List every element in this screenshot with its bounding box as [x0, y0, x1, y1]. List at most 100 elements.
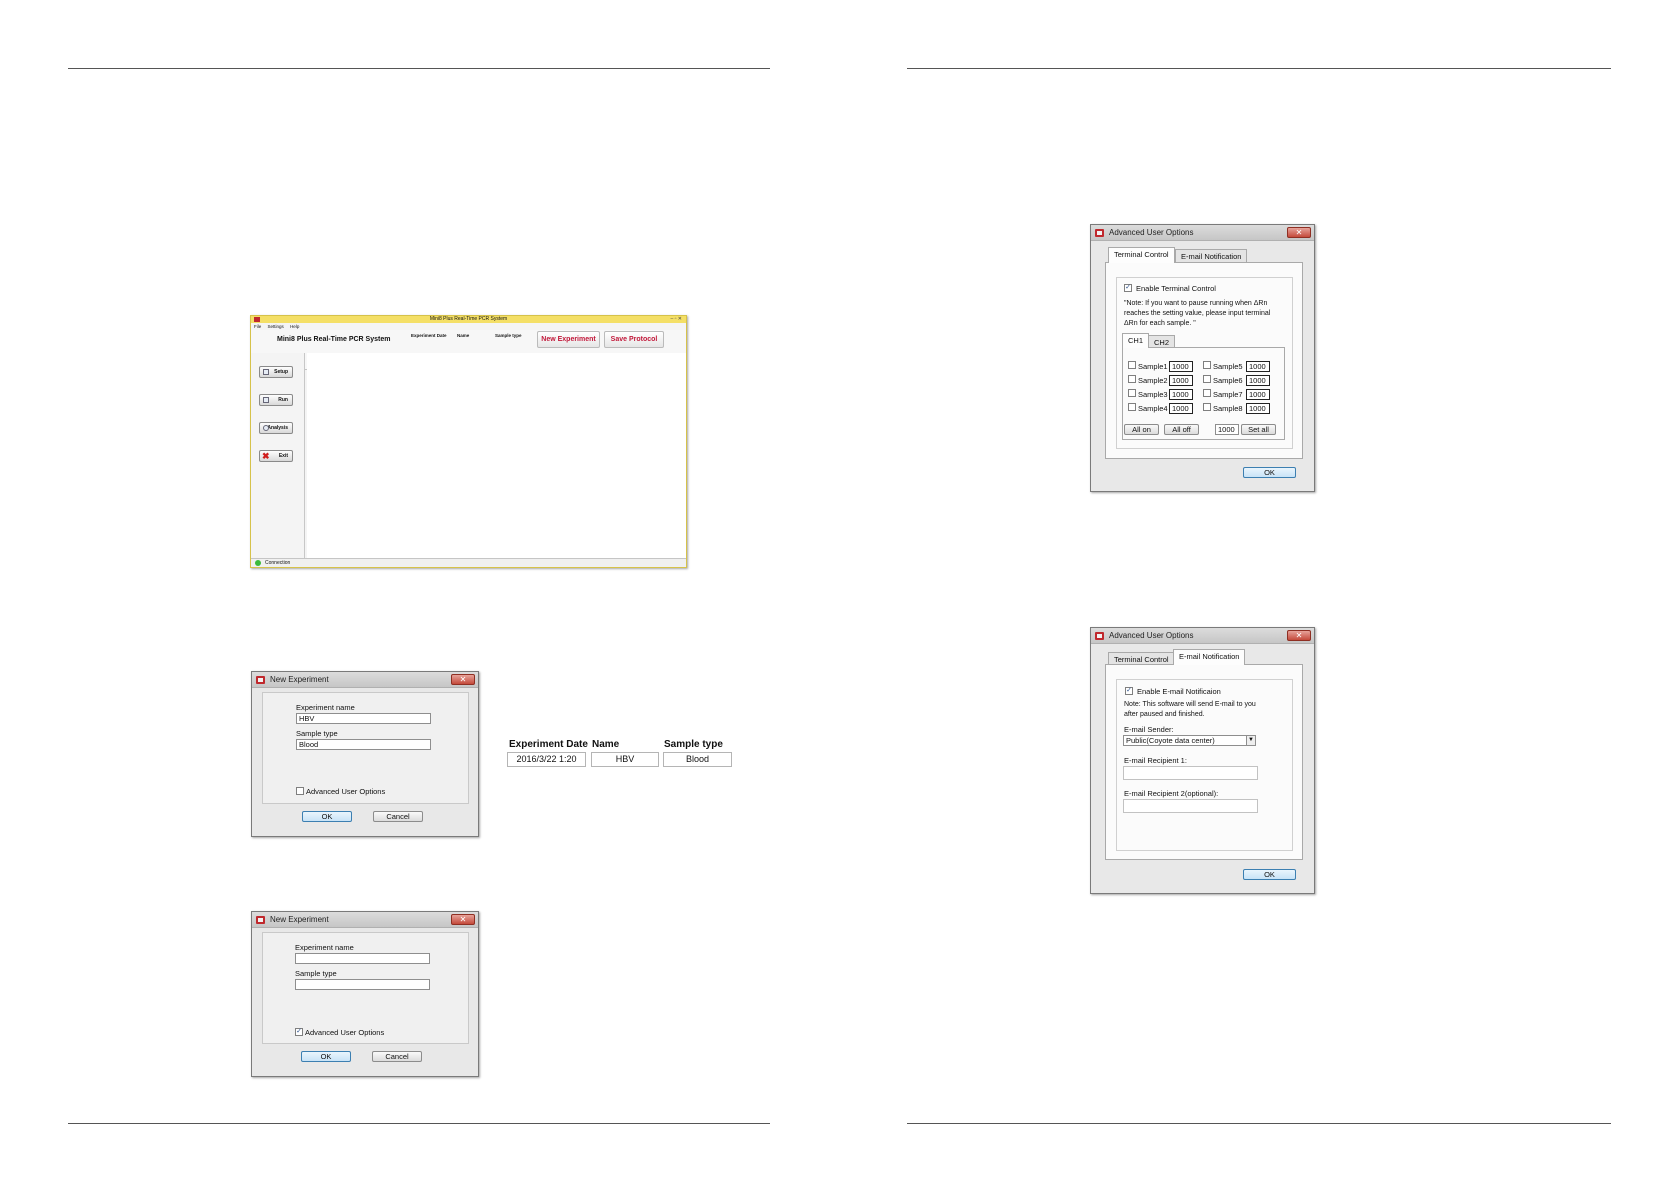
sidebar-item-exit[interactable]: ✖ Exit	[259, 450, 293, 462]
dialog-title: Advanced User Options	[1109, 228, 1194, 237]
menu-help[interactable]: Help	[290, 324, 299, 329]
sender-select[interactable]: Public(Coyote data center)	[1123, 735, 1248, 746]
table-header-date: Experiment Date	[509, 739, 588, 750]
save-protocol-button[interactable]: Save Protocol	[604, 331, 664, 348]
ok-button[interactable]: OK	[1243, 869, 1296, 880]
cancel-button[interactable]: Cancel	[373, 811, 423, 822]
close-icon[interactable]: ✕	[451, 914, 475, 925]
advanced-options-checkbox[interactable]	[296, 787, 304, 795]
recipient2-label: E-mail Recipient 2(optional):	[1124, 789, 1219, 798]
sample6-input[interactable]: 1000	[1246, 375, 1270, 386]
enable-email-label: Enable E-mail Notificaion	[1137, 687, 1221, 696]
enable-terminal-label: Enable Terminal Control	[1136, 284, 1216, 293]
tab-email-notification[interactable]: E-mail Notification	[1175, 249, 1248, 263]
ok-button[interactable]: OK	[302, 811, 352, 822]
sample-type-label: Sample type	[296, 729, 338, 738]
sidebar-item-setup[interactable]: Setup	[259, 366, 293, 378]
new-experiment-button[interactable]: New Experiment	[537, 331, 600, 348]
dialog-title: New Experiment	[270, 675, 329, 684]
sidebar-item-label: Setup	[274, 369, 288, 375]
sample4-input[interactable]: 1000	[1169, 403, 1193, 414]
top-rule-left	[68, 68, 770, 69]
sample5-label: Sample5	[1213, 362, 1243, 371]
sidebar: Setup Run Analysis ✖ Exit	[251, 353, 305, 558]
close-icon: ✖	[262, 451, 270, 461]
sample1-checkbox[interactable]	[1128, 361, 1136, 369]
main-window-title: Mini8 Plus Real-Time PCR System	[429, 316, 508, 322]
sample2-label: Sample2	[1138, 376, 1168, 385]
window-controls-icon[interactable]: ‒ ▫ ✕	[670, 316, 682, 323]
menu-file[interactable]: File	[254, 324, 261, 329]
sample8-input[interactable]: 1000	[1246, 403, 1270, 414]
sample6-checkbox[interactable]	[1203, 375, 1211, 383]
ok-button[interactable]: OK	[301, 1051, 351, 1062]
table-cell-name: HBV	[591, 752, 659, 767]
advanced-options-label: Advanced User Options	[306, 787, 386, 796]
recipient1-input[interactable]	[1123, 766, 1258, 780]
sample7-label: Sample7	[1213, 390, 1243, 399]
dialog-title: New Experiment	[270, 915, 329, 924]
status-text: Connection	[265, 560, 291, 566]
advanced-options-terminal-dialog: Advanced User Options ✕ Terminal Control…	[1090, 224, 1315, 492]
connection-indicator-icon	[255, 560, 261, 566]
set-all-button[interactable]: Set all	[1241, 424, 1276, 435]
all-on-button[interactable]: All on	[1124, 424, 1159, 435]
sample8-label: Sample8	[1213, 404, 1243, 413]
sidebar-item-run[interactable]: Run	[259, 394, 293, 406]
enable-terminal-checkbox[interactable]: ✓	[1124, 284, 1132, 292]
cancel-button[interactable]: Cancel	[372, 1051, 422, 1062]
advanced-options-label: Advanced User Options	[305, 1028, 385, 1037]
experiment-name-input[interactable]: HBV	[296, 713, 431, 724]
sample3-checkbox[interactable]	[1128, 389, 1136, 397]
sample-type-label: Sample type	[295, 969, 337, 978]
set-all-input[interactable]: 1000	[1215, 424, 1239, 435]
close-icon[interactable]: ✕	[1287, 630, 1311, 641]
enable-email-checkbox[interactable]: ✓	[1125, 687, 1133, 695]
close-icon[interactable]: ✕	[451, 674, 475, 685]
experiment-name-label: Experiment name	[295, 943, 354, 952]
sample7-input[interactable]: 1000	[1246, 389, 1270, 400]
sample7-checkbox[interactable]	[1203, 389, 1211, 397]
app-icon	[1095, 229, 1104, 237]
all-off-button[interactable]: All off	[1164, 424, 1199, 435]
note-line-1: "Note: If you want to pause running when…	[1124, 300, 1268, 307]
recipient2-input[interactable]	[1123, 799, 1258, 813]
experiment-name-input[interactable]	[295, 953, 430, 964]
sample2-checkbox[interactable]	[1128, 375, 1136, 383]
sample-type-input[interactable]	[295, 979, 430, 990]
sample4-checkbox[interactable]	[1128, 403, 1136, 411]
close-icon[interactable]: ✕	[1287, 227, 1311, 238]
app-icon	[1095, 632, 1104, 640]
status-bar: Connection	[251, 558, 686, 567]
dialog-titlebar: Advanced User Options ✕	[1091, 628, 1314, 644]
menu-bar: File Settings Help	[251, 323, 686, 330]
dialog-title: Advanced User Options	[1109, 631, 1194, 640]
note-line-3: ΔRn for each sample. "	[1124, 320, 1196, 327]
search-icon	[263, 425, 269, 431]
advanced-options-checkbox[interactable]: ✓	[295, 1028, 303, 1036]
sample2-input[interactable]: 1000	[1169, 375, 1193, 386]
sample1-input[interactable]: 1000	[1169, 361, 1193, 372]
tab-terminal-control[interactable]: Terminal Control	[1108, 247, 1175, 263]
tab-ch1[interactable]: CH1	[1122, 333, 1150, 348]
chevron-down-icon[interactable]: ▼	[1246, 735, 1256, 746]
tab-email-notification[interactable]: E-mail Notification	[1173, 649, 1246, 665]
menu-settings[interactable]: Settings	[268, 324, 284, 329]
header-name: Name	[457, 333, 470, 338]
ok-button[interactable]: OK	[1243, 467, 1296, 478]
workspace	[307, 353, 686, 558]
sample3-input[interactable]: 1000	[1169, 389, 1193, 400]
new-experiment-dialog-empty: New Experiment ✕ Experiment name Sample …	[251, 911, 479, 1077]
sidebar-item-analysis[interactable]: Analysis	[259, 422, 293, 434]
sample-type-input[interactable]: Blood	[296, 739, 431, 750]
sample8-checkbox[interactable]	[1203, 403, 1211, 411]
note-line-2: reaches the setting value, please input …	[1124, 310, 1271, 317]
sidebar-item-label: Analysis	[267, 425, 288, 431]
sample5-input[interactable]: 1000	[1246, 361, 1270, 372]
sample5-checkbox[interactable]	[1203, 361, 1211, 369]
sidebar-item-label: Exit	[278, 453, 288, 459]
recipient1-label: E-mail Recipient 1:	[1124, 756, 1187, 765]
app-icon	[256, 676, 265, 684]
dialog-titlebar: Advanced User Options ✕	[1091, 225, 1314, 241]
email-note-line-1: Note: This software will send E-mail to …	[1124, 701, 1256, 708]
